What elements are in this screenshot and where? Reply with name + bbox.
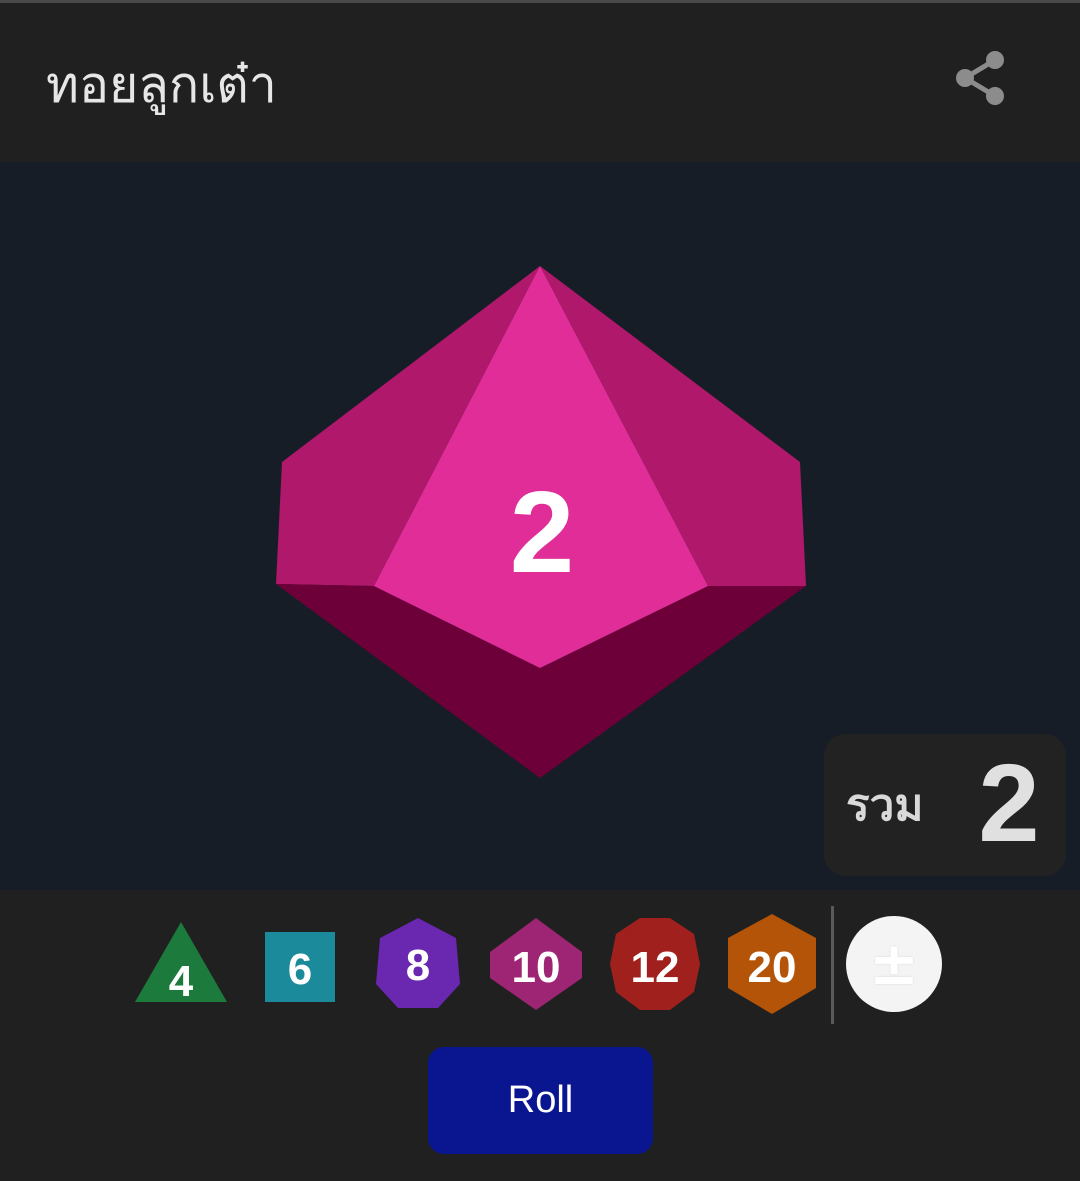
selector-divider: [831, 906, 834, 1024]
plus-minus-icon: ±: [868, 929, 920, 999]
total-label: รวม: [846, 780, 924, 831]
app-header: ทอยลูกเต๋า: [0, 3, 1080, 162]
roll-button[interactable]: Roll: [428, 1047, 653, 1154]
modifier-button[interactable]: ±: [846, 916, 942, 1012]
d12-label: 12: [631, 943, 680, 992]
d4-label: 4: [169, 957, 194, 1006]
app-title: ทอยลูกเต๋า: [46, 56, 277, 114]
d6-label: 6: [288, 945, 312, 994]
dice-selector-bar: 4 6 8 10 12 20 ± Roll: [0, 890, 1080, 1181]
d10-label: 10: [512, 943, 561, 992]
d12-button[interactable]: 12: [602, 912, 706, 1016]
d10-button[interactable]: 10: [484, 912, 588, 1016]
die-face-value: 2: [510, 467, 575, 597]
d8-label: 8: [406, 941, 430, 990]
d8-button[interactable]: 8: [366, 912, 470, 1016]
dice-stage: 2 รวม 2: [0, 162, 1080, 890]
rolled-die-d10[interactable]: 2: [270, 266, 810, 778]
total-panel: รวม 2: [824, 734, 1066, 876]
d20-button[interactable]: 20: [720, 912, 824, 1016]
share-button[interactable]: [944, 43, 1014, 113]
d4-button[interactable]: 4: [129, 912, 233, 1016]
share-icon: [956, 51, 1004, 105]
d6-button[interactable]: 6: [248, 912, 352, 1016]
d20-label: 20: [748, 943, 797, 992]
total-value: 2: [978, 742, 1040, 865]
